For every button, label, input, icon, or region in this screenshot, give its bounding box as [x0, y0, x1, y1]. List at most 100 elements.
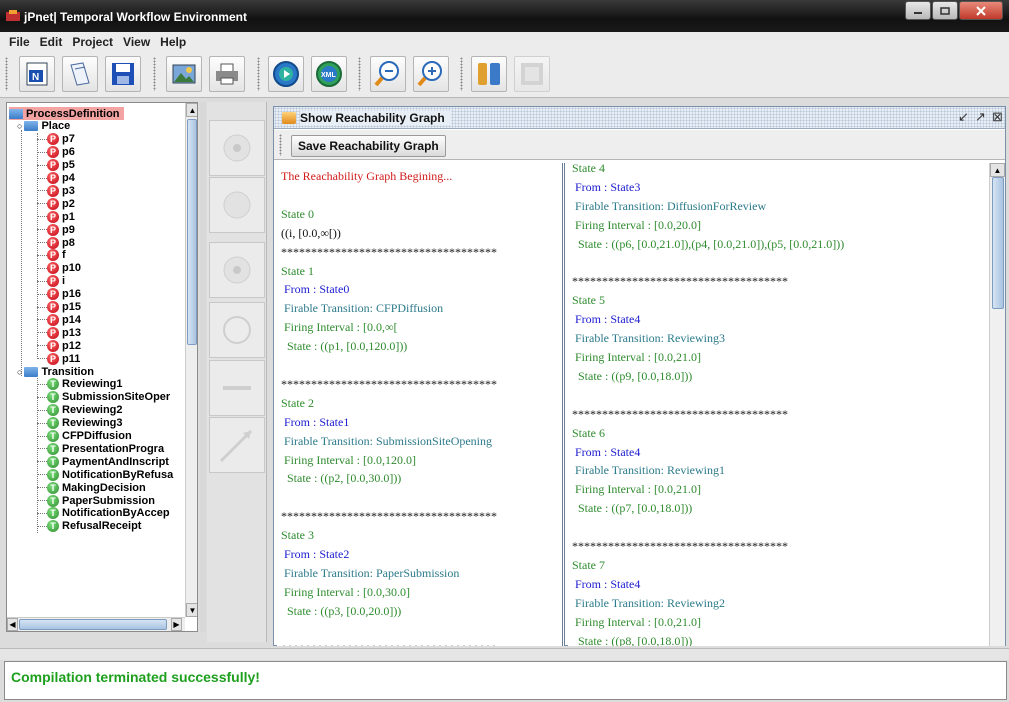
- maximize-frame-icon[interactable]: ↗: [975, 109, 986, 125]
- tree-place-item[interactable]: Pi: [47, 275, 65, 288]
- tree-node-label: SubmissionSiteOper: [62, 391, 171, 404]
- tree-place-item[interactable]: Pp12: [47, 339, 81, 352]
- tree-transition-item[interactable]: T CFPDiffusion: [47, 430, 132, 443]
- tree-horizontal-scrollbar[interactable]: ◀ ▶: [7, 617, 185, 631]
- scroll-down-icon[interactable]: ▼: [186, 603, 197, 617]
- scroll-up-icon[interactable]: ▲: [990, 163, 1005, 177]
- tree-place-item[interactable]: Pp10: [47, 262, 81, 275]
- tree-place-item[interactable]: Pp9: [47, 223, 75, 236]
- export-xml-button[interactable]: XML: [311, 56, 347, 92]
- tree-transition-item[interactable]: T Reviewing1: [47, 378, 123, 391]
- toolbar-grip[interactable]: [460, 57, 463, 91]
- tree-transition-item[interactable]: T PaymentAndInscript: [47, 455, 169, 468]
- toolbar-grip[interactable]: [279, 134, 282, 156]
- tree-place-item[interactable]: Pp1: [47, 210, 75, 223]
- tree-place-item[interactable]: Pp14: [47, 313, 81, 326]
- place-node-icon: P: [47, 339, 59, 352]
- ring-tool-button[interactable]: [209, 302, 265, 358]
- tree-transition-item[interactable]: T RefusalReceipt: [47, 520, 141, 533]
- vertical-scrollbar[interactable]: ▲: [989, 163, 1005, 646]
- transition-node-icon: T: [47, 494, 59, 507]
- menu-file[interactable]: File: [9, 35, 30, 49]
- tree-place-item[interactable]: Pp6: [47, 146, 75, 159]
- reachability-text-right[interactable]: State 4 From : State3 Firable Transition…: [568, 163, 989, 646]
- tree-transition-item[interactable]: T PaperSubmission: [47, 494, 155, 507]
- save-button[interactable]: [105, 56, 141, 92]
- scroll-left-icon[interactable]: ◀: [7, 618, 18, 631]
- tree-transition-item[interactable]: T SubmissionSiteOper: [47, 391, 170, 404]
- tree-node-label: Transition: [41, 365, 94, 378]
- frame-title: Show Reachability Graph: [300, 111, 451, 125]
- print-icon: [216, 63, 238, 85]
- tree-place-item[interactable]: Pp7: [47, 133, 75, 146]
- tree-vertical-scrollbar[interactable]: ▲ ▼: [185, 103, 197, 617]
- tree-place-item[interactable]: Pp3: [47, 184, 75, 197]
- tree-transition-item[interactable]: T Reviewing3: [47, 417, 123, 430]
- tree-transition-item[interactable]: T NotificationByRefusa: [47, 468, 173, 481]
- tree-place-item[interactable]: Pf: [47, 249, 66, 262]
- graph-text-line: State 4: [572, 163, 605, 175]
- graph-text-line: State 0: [281, 206, 314, 221]
- console-divider[interactable]: [0, 648, 1009, 660]
- scroll-up-icon[interactable]: ▲: [186, 103, 197, 117]
- menu-view[interactable]: View: [123, 35, 150, 49]
- open-button[interactable]: [62, 56, 98, 92]
- iconify-icon[interactable]: ↙: [958, 109, 969, 125]
- scroll-thumb[interactable]: [992, 177, 1004, 309]
- tree-transition-item[interactable]: T NotificationByAccep: [47, 507, 170, 520]
- tree-place-item[interactable]: Pp15: [47, 301, 81, 314]
- tree-root[interactable]: ProcessDefinition: [9, 107, 124, 120]
- image-button[interactable]: [166, 56, 202, 92]
- place-node-icon: P: [47, 146, 59, 159]
- scroll-thumb[interactable]: [19, 619, 167, 630]
- reachability-text-left[interactable]: The Reachability Graph Begining... State …: [277, 163, 565, 646]
- tree-place-item[interactable]: Pp5: [47, 159, 75, 172]
- compile-button[interactable]: [268, 56, 304, 92]
- process-tree[interactable]: ProcessDefinition ○ Place Pp7 Pp6 Pp5 Pp4 Pp3 Pp…: [6, 102, 198, 632]
- tree-node-label: Reviewing2: [62, 404, 123, 417]
- menu-edit[interactable]: Edit: [40, 35, 63, 49]
- close-button[interactable]: [959, 1, 1003, 20]
- tree-node-label: p8: [62, 236, 75, 249]
- tree-place-item[interactable]: Pp8: [47, 236, 75, 249]
- settings-button[interactable]: [471, 56, 507, 92]
- zoom-in-button[interactable]: [413, 56, 449, 92]
- tree-transition-item[interactable]: T Reviewing2: [47, 404, 123, 417]
- tree-place-item[interactable]: Pp11: [47, 352, 80, 365]
- tree-folder-place[interactable]: ○ Place: [17, 120, 70, 133]
- graph-text-line: State : ((p1, [0.0,120.0])): [281, 339, 408, 354]
- close-frame-icon[interactable]: ⊠: [992, 109, 1003, 125]
- tree-place-item[interactable]: Pp4: [47, 172, 75, 185]
- scroll-thumb[interactable]: [187, 119, 197, 345]
- place-tool-button[interactable]: [209, 120, 265, 176]
- toolbar-grip[interactable]: [153, 57, 156, 91]
- toolbar-grip[interactable]: [5, 57, 8, 91]
- split-pane-divider[interactable]: [200, 102, 206, 632]
- minimize-button[interactable]: [905, 1, 931, 20]
- menu-help[interactable]: Help: [160, 35, 186, 49]
- token-tool-button[interactable]: [209, 242, 265, 298]
- print-button[interactable]: [209, 56, 245, 92]
- tree-place-item[interactable]: Pp16: [47, 288, 81, 301]
- disabled-toolbar-button[interactable]: [514, 56, 550, 92]
- toolbar-grip[interactable]: [358, 57, 361, 91]
- arc-tool-button[interactable]: [209, 417, 265, 473]
- maximize-button[interactable]: [932, 1, 958, 20]
- tree-place-item[interactable]: Pp2: [47, 197, 75, 210]
- tree-node-label: PaperSubmission: [62, 494, 155, 507]
- tree-folder-transition[interactable]: ○ Transition: [17, 365, 94, 378]
- graph-text-line: Firable Transition: Reviewing1: [572, 463, 725, 478]
- tree-transition-item[interactable]: T MakingDecision: [47, 481, 146, 494]
- save-reachability-graph-button[interactable]: Save Reachability Graph: [291, 135, 446, 157]
- menu-project[interactable]: Project: [72, 35, 113, 49]
- transition-tool-button[interactable]: [209, 360, 265, 416]
- tree-place-item[interactable]: Pp13: [47, 326, 81, 339]
- tree-transition-item[interactable]: T PresentationProgra: [47, 442, 164, 455]
- scroll-right-icon[interactable]: ▶: [171, 618, 182, 631]
- place-empty-tool-button[interactable]: [209, 177, 265, 233]
- zoom-out-button[interactable]: [370, 56, 406, 92]
- new-net-button[interactable]: N: [19, 56, 55, 92]
- toolbar-grip[interactable]: [257, 57, 260, 91]
- place-node-icon: P: [47, 313, 59, 326]
- internal-frame-title-bar[interactable]: Show Reachability Graph ↙ ↗ ⊠: [274, 107, 1005, 129]
